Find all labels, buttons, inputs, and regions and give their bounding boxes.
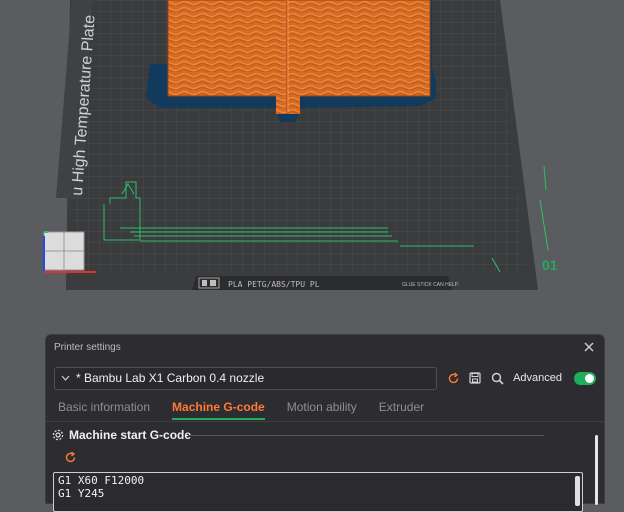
gcode-line: G1 Y245 bbox=[58, 487, 105, 500]
reset-gcode-icon[interactable] bbox=[64, 451, 78, 465]
printer-preset-select[interactable]: * Bambu Lab X1 Carbon 0.4 nozzle bbox=[54, 366, 438, 390]
gcode-scrollbar[interactable] bbox=[575, 476, 580, 506]
section-header: Machine start G-code bbox=[52, 428, 191, 442]
plate-strip-text: PLA PETG/ABS/TPU PL bbox=[228, 280, 320, 289]
printer-row: * Bambu Lab X1 Carbon 0.4 nozzle Advance… bbox=[54, 366, 596, 390]
section-divider bbox=[188, 435, 544, 436]
close-icon[interactable] bbox=[582, 340, 596, 354]
tab-machine-gcode[interactable]: Machine G-code bbox=[172, 400, 265, 420]
tabs-divider bbox=[46, 421, 604, 422]
gcode-editor[interactable]: G1 X60 F12000 G1 Y245 bbox=[53, 472, 583, 512]
plate-strip-text-right: GLUE STICK CAN HELP. bbox=[402, 282, 459, 288]
dialog-titlebar[interactable]: Printer settings bbox=[46, 335, 604, 359]
model-body bbox=[168, 0, 430, 96]
tab-extruder[interactable]: Extruder bbox=[379, 400, 424, 420]
dialog-scrollbar[interactable] bbox=[595, 435, 598, 505]
gcode-line: G1 X60 F12000 bbox=[58, 474, 145, 487]
advanced-label: Advanced bbox=[513, 372, 562, 384]
gear-icon bbox=[52, 429, 64, 441]
tab-basic-information[interactable]: Basic information bbox=[58, 400, 150, 420]
section-title: Machine start G-code bbox=[69, 428, 192, 442]
dialog-title: Printer settings bbox=[54, 341, 121, 353]
settings-tabs: Basic information Machine G-code Motion … bbox=[58, 400, 446, 420]
3d-viewport[interactable]: u High Temperature Plate PLA PETG/ABS/TP… bbox=[0, 0, 624, 330]
reset-icon[interactable] bbox=[445, 370, 461, 386]
printer-settings-dialog: Printer settings * Bambu Lab X1 Carbon 0… bbox=[45, 334, 605, 512]
search-icon[interactable] bbox=[489, 370, 505, 386]
advanced-toggle[interactable] bbox=[574, 371, 596, 385]
tab-motion-ability[interactable]: Motion ability bbox=[287, 400, 357, 420]
save-icon[interactable] bbox=[467, 370, 483, 386]
chevron-down-icon bbox=[61, 375, 70, 381]
build-plate-view[interactable]: u High Temperature Plate PLA PETG/ABS/TP… bbox=[0, 0, 624, 330]
printer-preset-name: * Bambu Lab X1 Carbon 0.4 nozzle bbox=[76, 371, 265, 385]
plate-number: 01 bbox=[542, 257, 558, 273]
